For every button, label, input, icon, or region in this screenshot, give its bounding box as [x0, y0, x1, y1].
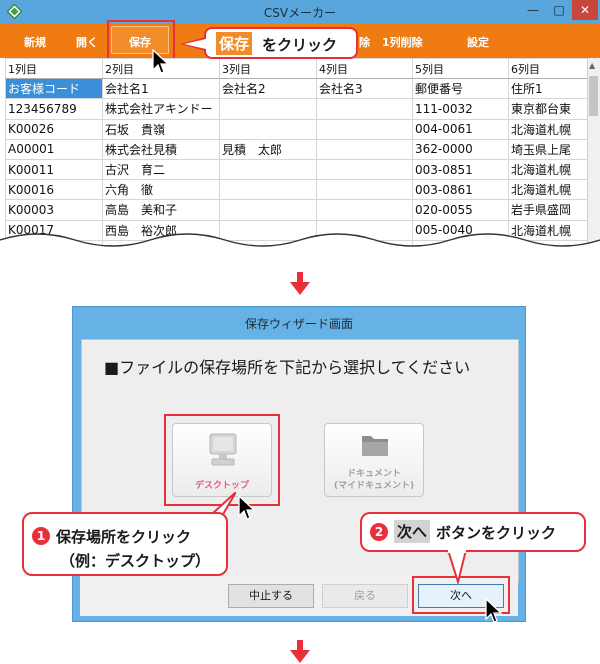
- documents-label-line2: (マイドキュメント): [333, 481, 415, 491]
- table-cell[interactable]: A00001: [5, 138, 103, 160]
- callout-pointer: [446, 550, 468, 584]
- step-number-badge: 2: [370, 523, 388, 541]
- table-cell[interactable]: 東京都台東: [508, 98, 591, 120]
- table-cell[interactable]: [316, 199, 413, 221]
- table-cell[interactable]: [316, 158, 413, 181]
- table-cell[interactable]: [316, 118, 413, 140]
- table-cell[interactable]: 株式会社見積: [102, 138, 220, 160]
- table-row: K00016 六角 徹 003-0861 北海道札幌: [5, 179, 591, 201]
- arrow-down-icon: [290, 640, 310, 663]
- table-cell[interactable]: 003-0861: [412, 179, 509, 201]
- table-row: K00026 石坂 貴嶺 004-0061 北海道札幌: [5, 118, 591, 140]
- table-cell[interactable]: 123456789: [5, 98, 103, 120]
- table-row: K00003 高島 美和子 020-0055 岩手県盛岡: [5, 199, 591, 221]
- table-cell[interactable]: 004-0061: [412, 118, 509, 140]
- table-cell[interactable]: 住所1: [508, 78, 591, 100]
- table-row: お客様コード 会社名1 会社名2 会社名3 郵便番号 住所1: [5, 78, 591, 100]
- monitor-icon: [209, 433, 237, 466]
- settings-button[interactable]: 設定: [467, 34, 489, 50]
- table-cell[interactable]: 会社名1: [102, 78, 220, 100]
- column-header[interactable]: 1列目: [5, 57, 103, 80]
- mouse-cursor-icon: [485, 598, 502, 623]
- table-cell[interactable]: 郵便番号: [412, 78, 509, 100]
- delete-button-partial[interactable]: 除: [359, 34, 370, 50]
- desktop-label: デスクトップ: [194, 481, 249, 491]
- table-cell[interactable]: [316, 138, 413, 160]
- grid-header-row: 1列目 2列目 3列目 4列目 5列目 6列目: [5, 57, 591, 80]
- dialog-title: 保存ウィザード画面: [244, 317, 353, 331]
- new-button[interactable]: 新規: [24, 34, 46, 50]
- table-cell[interactable]: 六角 徹: [102, 179, 220, 201]
- table-cell[interactable]: K00003: [5, 199, 103, 221]
- window-titlebar: CSVメーカー — □ ✕: [0, 0, 600, 24]
- table-cell[interactable]: 北海道札幌: [508, 158, 591, 181]
- table-cell[interactable]: 石坂 貴嶺: [102, 118, 220, 140]
- table-cell[interactable]: [219, 118, 317, 140]
- table-cell[interactable]: 古沢 育二: [102, 158, 220, 181]
- column-header[interactable]: 5列目: [412, 57, 509, 80]
- column-header[interactable]: 6列目: [508, 57, 591, 80]
- callout-next-highlight: 次へ: [394, 520, 431, 543]
- table-cell[interactable]: [219, 179, 317, 201]
- table-cell[interactable]: K00011: [5, 158, 103, 181]
- close-button[interactable]: ✕: [572, 0, 598, 20]
- table-cell[interactable]: 003-0851: [412, 158, 509, 181]
- torn-edge-divider: [0, 233, 600, 262]
- column-header[interactable]: 3列目: [219, 57, 317, 80]
- table-cell[interactable]: [316, 98, 413, 120]
- mouse-cursor-icon: [152, 49, 169, 74]
- maximize-button[interactable]: □: [546, 0, 572, 20]
- table-cell[interactable]: 高島 美和子: [102, 199, 220, 221]
- callout-location-line1: 保存場所をクリック: [56, 528, 192, 546]
- arrow-down-icon: [290, 272, 310, 295]
- open-button[interactable]: 開く: [76, 34, 98, 50]
- table-cell[interactable]: 北海道札幌: [508, 118, 591, 140]
- save-button-label: 保存: [129, 36, 151, 49]
- table-cell[interactable]: [219, 158, 317, 181]
- callout-pointer-fill: [184, 39, 206, 49]
- table-cell[interactable]: 株式会社アキンドー: [102, 98, 220, 120]
- folder-icon: [362, 436, 388, 456]
- table-row: K00011 古沢 育二 003-0851 北海道札幌: [5, 158, 591, 181]
- callout-next-text: ボタンをクリック: [436, 524, 557, 542]
- documents-label-line1: ドキュメント: [346, 469, 401, 479]
- step-number-badge: 1: [32, 527, 50, 545]
- column-header[interactable]: 4列目: [316, 57, 413, 80]
- callout-save-text: をクリック: [262, 36, 338, 54]
- delete-one-column-button[interactable]: 1列削除: [382, 34, 423, 50]
- table-cell[interactable]: 会社名2: [219, 78, 317, 100]
- table-cell[interactable]: 岩手県盛岡: [508, 199, 591, 221]
- window-title: CSVメーカー: [263, 6, 337, 20]
- table-cell[interactable]: [219, 98, 317, 120]
- minimize-button[interactable]: —: [520, 0, 546, 20]
- table-cell[interactable]: [316, 179, 413, 201]
- documents-label: ドキュメント (マイドキュメント): [325, 468, 423, 492]
- table-row: 123456789 株式会社アキンドー 111-0032 東京都台東: [5, 98, 591, 120]
- scroll-up-arrow-icon[interactable]: ▲: [589, 61, 595, 70]
- table-cell[interactable]: K00026: [5, 118, 103, 140]
- table-cell[interactable]: 362-0000: [412, 138, 509, 160]
- cancel-button[interactable]: 中止する: [228, 584, 314, 608]
- mouse-cursor-icon: [238, 495, 255, 520]
- callout-save-highlight: 保存: [216, 32, 253, 55]
- desktop-location-button[interactable]: デスクトップ: [172, 423, 272, 497]
- csv-maker-window: CSVメーカー — □ ✕ 新規 開く 除 1列削除 設定 保存 1列目 2列目…: [0, 0, 600, 262]
- back-button[interactable]: 戻る: [322, 584, 408, 608]
- table-cell[interactable]: 111-0032: [412, 98, 509, 120]
- table-row: A00001 株式会社見積 見積 太郎 362-0000 埼玉県上尾: [5, 138, 591, 160]
- table-cell[interactable]: 北海道札幌: [508, 179, 591, 201]
- table-cell[interactable]: K00016: [5, 179, 103, 201]
- table-cell[interactable]: [219, 199, 317, 221]
- callout-location-line2: （例：デスクトップ）: [60, 552, 211, 570]
- table-cell[interactable]: 020-0055: [412, 199, 509, 221]
- documents-location-button[interactable]: ドキュメント (マイドキュメント): [324, 423, 424, 497]
- dialog-instruction: ■ファイルの保存場所を下記から選択してください: [104, 358, 471, 377]
- table-cell[interactable]: 会社名3: [316, 78, 413, 100]
- table-cell[interactable]: 見積 太郎: [219, 138, 317, 160]
- table-cell[interactable]: 埼玉県上尾: [508, 138, 591, 160]
- scrollbar-thumb[interactable]: [589, 76, 598, 116]
- table-cell-selected[interactable]: お客様コード: [5, 78, 103, 100]
